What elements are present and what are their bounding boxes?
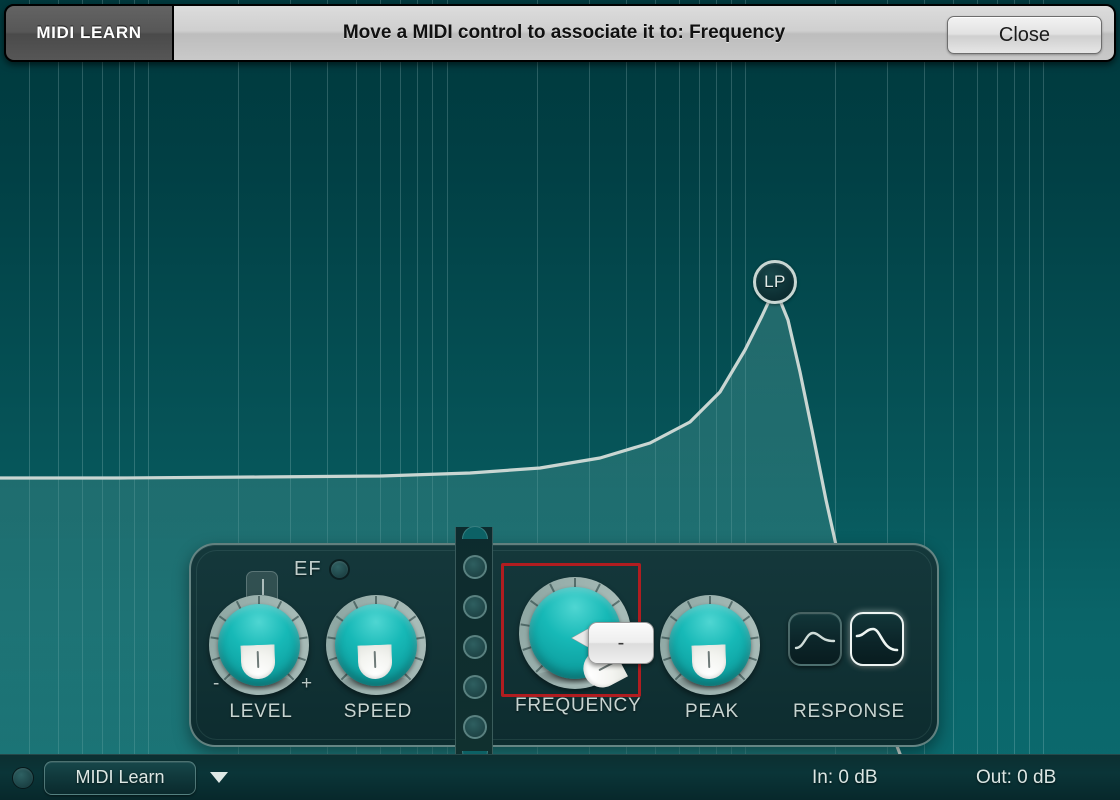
knob-level[interactable]: LEVEL <box>209 595 313 722</box>
knob-frequency-label: FREQUENCY <box>515 695 642 716</box>
lp-filter-handle[interactable]: LP <box>753 260 797 304</box>
midi-learn-button[interactable]: MIDI Learn <box>44 760 196 795</box>
plugin-window: LP EF LEVEL - + SPEED FREQUENCY - PEAK R… <box>0 0 1120 800</box>
shelf-curve-icon <box>794 631 836 650</box>
meter-led <box>463 555 487 579</box>
midi-activity-led[interactable] <box>12 766 34 789</box>
frequency-value: - <box>617 631 625 654</box>
knob-pointer <box>357 644 393 689</box>
meter-led <box>463 595 487 619</box>
ef-toggle[interactable] <box>329 559 350 580</box>
meter-led <box>463 635 487 659</box>
knob-peak[interactable]: PEAK <box>660 595 764 722</box>
meter-led <box>463 675 487 699</box>
frequency-value-tooltip: - <box>588 622 654 664</box>
level-plus-label: + <box>301 673 313 694</box>
knob-level-dial[interactable] <box>209 595 309 695</box>
knob-level-label: LEVEL <box>229 701 293 722</box>
meter-notch-top <box>462 526 488 539</box>
meter-led <box>463 715 487 739</box>
knob-peak-label: PEAK <box>685 701 739 722</box>
midi-learn-close-button[interactable]: Close <box>947 16 1102 54</box>
tooltip-tail <box>572 629 588 647</box>
midi-learn-overlay-bar: MIDI LEARN Move a MIDI control to associ… <box>4 4 1116 62</box>
response-peak-button[interactable] <box>850 612 904 666</box>
ef-label: EF <box>294 558 322 580</box>
knob-speed-dial[interactable] <box>326 595 426 695</box>
output-gain-readout: Out: 0 dB <box>976 766 1057 788</box>
knob-peak-dial[interactable] <box>660 595 760 695</box>
response-label: RESPONSE <box>793 701 905 722</box>
knob-tick <box>611 599 621 607</box>
status-bar: MIDI Learn In: 0 dB Out: 0 dB <box>0 754 1120 800</box>
level-minus-label: - <box>213 673 220 694</box>
midi-menu-caret-icon[interactable] <box>210 772 228 783</box>
knob-tick <box>574 578 576 587</box>
level-meter-strip <box>455 526 493 764</box>
midi-learn-tab[interactable]: MIDI LEARN <box>4 4 174 62</box>
knob-pointer <box>240 644 276 689</box>
knob-tick <box>520 623 530 627</box>
peak-curve-icon <box>855 627 899 652</box>
knob-speed[interactable]: SPEED <box>326 595 430 722</box>
input-gain-readout: In: 0 dB <box>812 766 878 788</box>
lp-handle-label: LP <box>764 272 786 291</box>
knob-pointer <box>691 644 727 689</box>
knob-speed-label: SPEED <box>343 701 413 722</box>
response-shelf-button[interactable] <box>788 612 842 666</box>
